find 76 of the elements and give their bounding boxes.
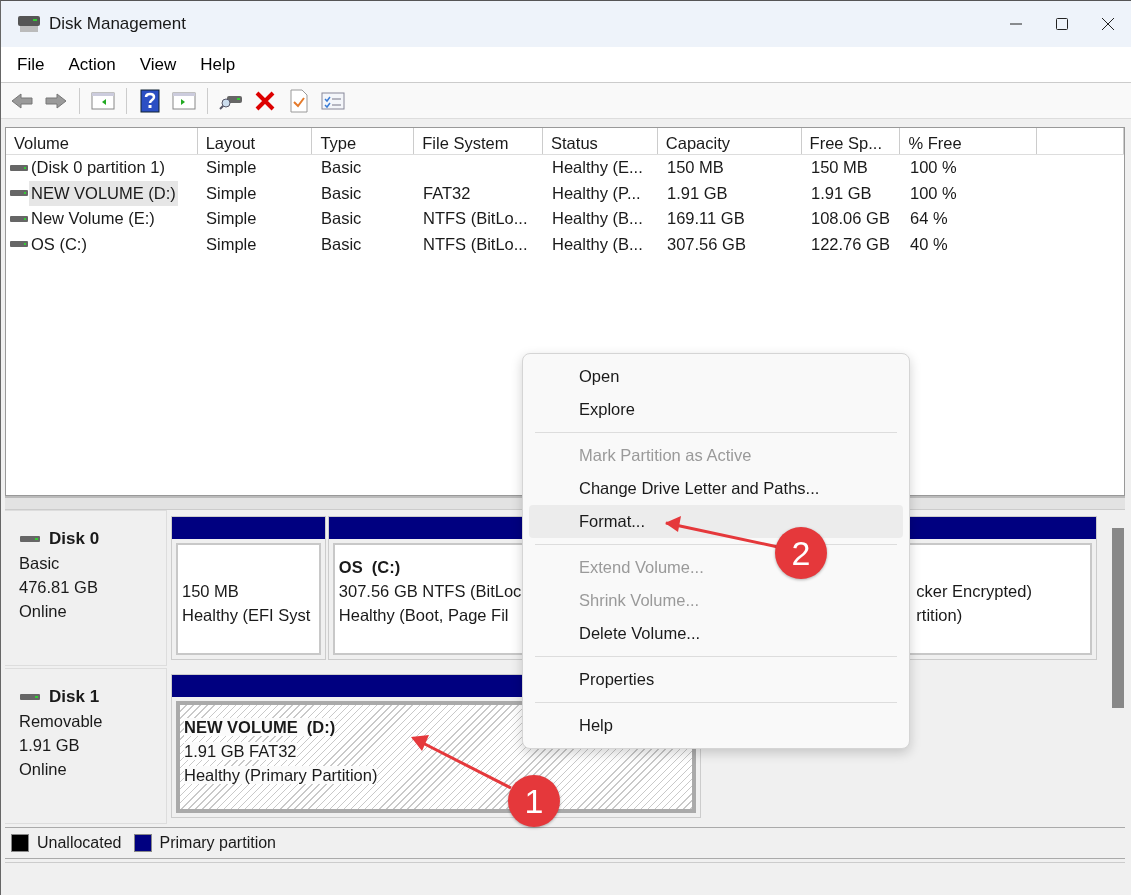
- menu-item[interactable]: File: [5, 51, 57, 78]
- table-cell-text: Healthy (P...: [551, 182, 642, 204]
- disk-detail: Online: [19, 759, 68, 780]
- disk-drive-icon: [17, 14, 41, 34]
- partition-detail: 307.56 GB NTFS (BitLoc: [338, 582, 522, 600]
- partition-detail: Healthy (Primary Partition): [184, 766, 378, 784]
- table-cell-text: Simple: [205, 233, 258, 255]
- column-header[interactable]: Type: [312, 128, 415, 154]
- column-header[interactable]: Layout: [197, 128, 313, 154]
- table-cell-text: 122.76 GB: [810, 233, 891, 255]
- menu-item[interactable]: Action: [56, 51, 128, 78]
- volume-name[interactable]: New Volume (E:): [29, 206, 157, 232]
- volume-icon: [9, 213, 29, 224]
- table-cell-text: 108.06 GB: [810, 208, 891, 230]
- disk-name: Disk 1: [49, 686, 100, 708]
- table-cell-text: Healthy (B...: [551, 233, 644, 255]
- volume-icon: [9, 188, 29, 199]
- table-cell-text: FAT32: [422, 182, 472, 204]
- partition-block[interactable]: 150 MB Healthy (EFI Syst: [171, 516, 326, 660]
- table-cell-text: Basic: [320, 157, 363, 179]
- table-cell-text: 1.91 GB: [666, 182, 729, 204]
- disk-name: Disk 0: [49, 528, 100, 550]
- table-cell-text: Healthy (B...: [551, 208, 644, 230]
- table-cell-text: Simple: [205, 182, 258, 204]
- partition-detail: cker Encrypted): [916, 582, 1032, 600]
- partition-detail: Healthy (EFI Syst: [182, 606, 311, 624]
- disk-detail: 476.81 GB: [19, 577, 99, 598]
- table-cell-text: 1.91 GB: [810, 182, 873, 204]
- legend-label: Primary partition: [159, 833, 276, 853]
- table-cell-text: 307.56 GB: [666, 233, 747, 255]
- partition-title: NEW VOLUME (D:): [184, 718, 336, 736]
- table-cell-text: Basic: [320, 182, 363, 204]
- volume-icon: [9, 239, 29, 250]
- volume-name[interactable]: NEW VOLUME (D:): [29, 180, 178, 206]
- partition-detail: Healthy (Boot, Page Fil: [338, 606, 509, 624]
- table-cell-text: Simple: [205, 208, 258, 230]
- partition-title: OS (C:): [338, 558, 401, 576]
- partition-detail: 1.91 GB FAT32: [184, 742, 297, 760]
- table-cell-text: Basic: [320, 208, 363, 230]
- disk-detail: Removable: [19, 711, 104, 732]
- column-header[interactable]: Capacity: [657, 128, 802, 154]
- table-cell-text: 64 %: [909, 208, 949, 230]
- table-cell-text: 150 MB: [666, 157, 725, 179]
- table-cell-text: 100 %: [909, 182, 958, 204]
- menu-item[interactable]: Format...: [529, 505, 903, 538]
- column-header[interactable]: % Free: [900, 128, 1038, 154]
- menu-item[interactable]: Explore: [529, 393, 903, 426]
- column-header[interactable]: File System: [414, 128, 544, 154]
- legend-label: Unallocated: [37, 833, 122, 853]
- table-cell-text: NTFS (BitLo...: [422, 233, 529, 255]
- table-cell-text: 169.11 GB: [666, 208, 746, 230]
- disk-detail: Basic: [19, 553, 61, 574]
- volume-icon: [9, 162, 29, 173]
- menu-item[interactable]: Help: [188, 51, 248, 78]
- column-header[interactable]: Volume: [6, 128, 198, 154]
- menu-item[interactable]: View: [127, 51, 189, 78]
- volume-name[interactable]: OS (C:): [29, 231, 89, 257]
- maximize-icon[interactable]: [1055, 17, 1069, 31]
- table-cell-text: 150 MB: [810, 157, 869, 179]
- partition-detail: 150 MB: [182, 582, 239, 600]
- table-cell-text: Basic: [320, 233, 363, 255]
- window-title: Disk Management: [49, 13, 187, 36]
- menu-item[interactable]: Change Drive Letter and Paths...: [529, 472, 903, 505]
- table-cell-text: 40 %: [909, 233, 949, 255]
- menu-item[interactable]: Open: [529, 360, 903, 393]
- volume-name[interactable]: (Disk 0 partition 1): [29, 155, 167, 181]
- table-cell-text: 100 %: [909, 157, 958, 179]
- table-cell-text: Healthy (E...: [551, 157, 644, 179]
- close-icon[interactable]: [1101, 17, 1115, 31]
- column-header[interactable]: Status: [543, 128, 658, 154]
- table-cell-text: Simple: [205, 157, 258, 179]
- disk-detail: Online: [19, 601, 68, 622]
- partition-detail: rtition): [916, 606, 963, 624]
- disk-detail: 1.91 GB: [19, 735, 81, 756]
- column-header[interactable]: Free Sp...: [801, 128, 901, 154]
- table-cell-text: NTFS (BitLo...: [422, 208, 529, 230]
